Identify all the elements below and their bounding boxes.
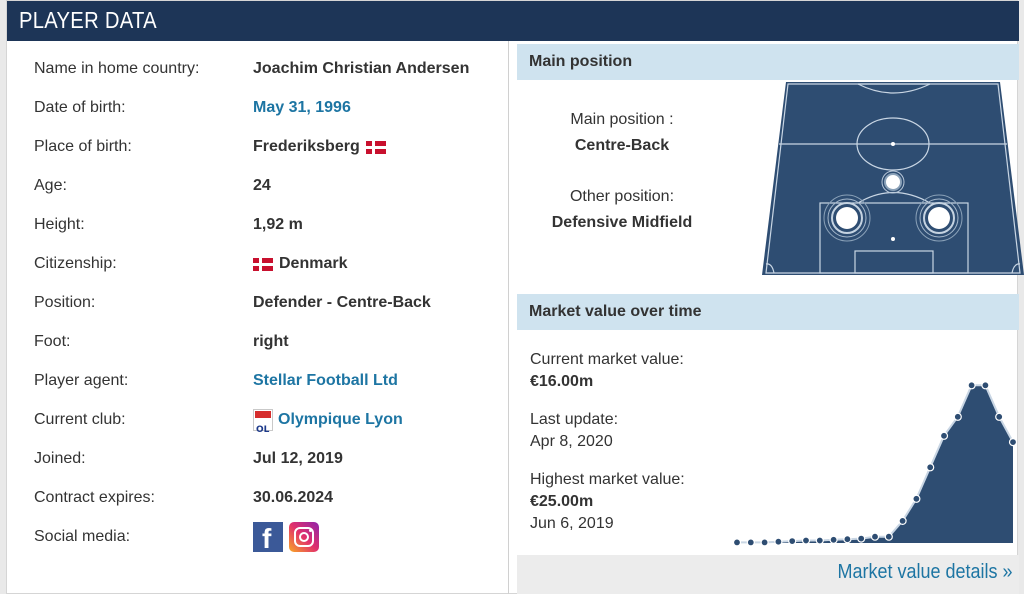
highest-market-value-date: Jun 6, 2019 [530, 515, 614, 532]
info-label: Height: [34, 216, 85, 233]
info-value: 30.06.2024 [253, 489, 334, 506]
info-label: Social media: [34, 528, 131, 545]
current-market-value-label: Current market value: [530, 351, 684, 368]
info-label: Citizenship: [34, 255, 117, 272]
market-value-point[interactable] [926, 463, 935, 472]
market-value-details-link[interactable]: Market value details » [838, 561, 1013, 584]
denmark-flag-icon [253, 257, 273, 271]
main-position-value: Centre-Back [574, 137, 670, 154]
info-label: Position: [34, 294, 96, 311]
highest-market-value: €25.00m [530, 493, 594, 510]
market-value-point[interactable] [870, 532, 880, 541]
other-position-label: Other position: [569, 188, 675, 205]
info-label: Foot: [34, 333, 71, 350]
info-label: Name in home country: [34, 60, 200, 77]
right-column: Main position Main position : Centre-Bac… [517, 41, 1024, 594]
panel-title: PLAYER DATA [19, 7, 157, 33]
market-value-area [737, 385, 1013, 543]
date-of-birth-link[interactable]: May 31, 1996 [253, 96, 351, 120]
current-club-link[interactable]: Olympique Lyon [278, 408, 403, 432]
last-update-label: Last update: [530, 411, 619, 428]
market-value-point[interactable] [995, 412, 1004, 421]
info-label: Current club: [34, 411, 126, 428]
market-value-point[interactable] [746, 538, 755, 547]
market-value-point[interactable] [774, 537, 783, 546]
info-value: 24 [253, 177, 271, 194]
info-value: Jul 12, 2019 [253, 450, 343, 467]
market-value-point[interactable] [732, 538, 742, 547]
market-value-point[interactable] [967, 381, 976, 390]
info-value: right [253, 333, 289, 350]
panel-header: PLAYER DATA [7, 1, 1019, 41]
market-value-point[interactable] [953, 412, 962, 421]
facebook-icon[interactable]: f [253, 522, 283, 554]
market-value-point[interactable] [815, 536, 824, 545]
denmark-flag-icon [365, 140, 386, 154]
market-value-point[interactable] [843, 535, 852, 544]
player-info-column: Name in home country: Joachim Christian … [7, 41, 509, 594]
info-value: Joachim Christian Andersen [253, 60, 470, 77]
market-value-point[interactable] [801, 536, 811, 545]
market-value-point[interactable] [912, 494, 921, 503]
info-value: Frederiksberg [253, 138, 360, 155]
market-value-point[interactable] [1008, 438, 1017, 447]
market-value-point[interactable] [939, 431, 949, 440]
info-value: Defender - Centre-Back [253, 294, 431, 311]
market-value-heading: Market value over time [517, 294, 1019, 330]
current-market-value: €16.00m [530, 373, 594, 390]
info-label: Contract expires: [34, 489, 155, 506]
player-data-panel: PLAYER DATA Name in home country: Joachi… [6, 0, 1024, 594]
market-value-footer: Market value details » [517, 555, 1019, 594]
info-value: Denmark [279, 255, 348, 272]
info-label: Age: [34, 177, 67, 194]
market-value-point[interactable] [857, 534, 866, 543]
info-label: Place of birth: [34, 138, 132, 155]
instagram-icon[interactable] [289, 522, 319, 552]
market-value-chart[interactable] [717, 371, 1017, 557]
market-value-point[interactable] [898, 516, 907, 525]
info-label: Player agent: [34, 372, 129, 389]
highest-market-value-label: Highest market value: [530, 471, 685, 488]
main-position-heading: Main position [517, 44, 1019, 80]
info-label: Joined: [34, 450, 86, 467]
market-value-point[interactable] [760, 538, 769, 547]
market-value-point[interactable] [884, 532, 893, 541]
other-position-value: Defensive Midfield [551, 214, 693, 231]
olympique-lyon-logo-icon[interactable]: OL [253, 409, 273, 435]
market-value-point[interactable] [981, 381, 990, 390]
main-position-label: Main position : [570, 111, 674, 128]
info-value: 1,92 m [253, 216, 303, 233]
info-label: Date of birth: [34, 99, 126, 116]
player-agent-link[interactable]: Stellar Football Ltd [253, 369, 398, 393]
market-value-point[interactable] [829, 535, 838, 544]
market-value-point[interactable] [788, 537, 797, 546]
position-pitch [762, 82, 1024, 275]
position-marker-defensive-midfield [881, 170, 905, 194]
last-update-value: Apr 8, 2020 [530, 433, 613, 450]
